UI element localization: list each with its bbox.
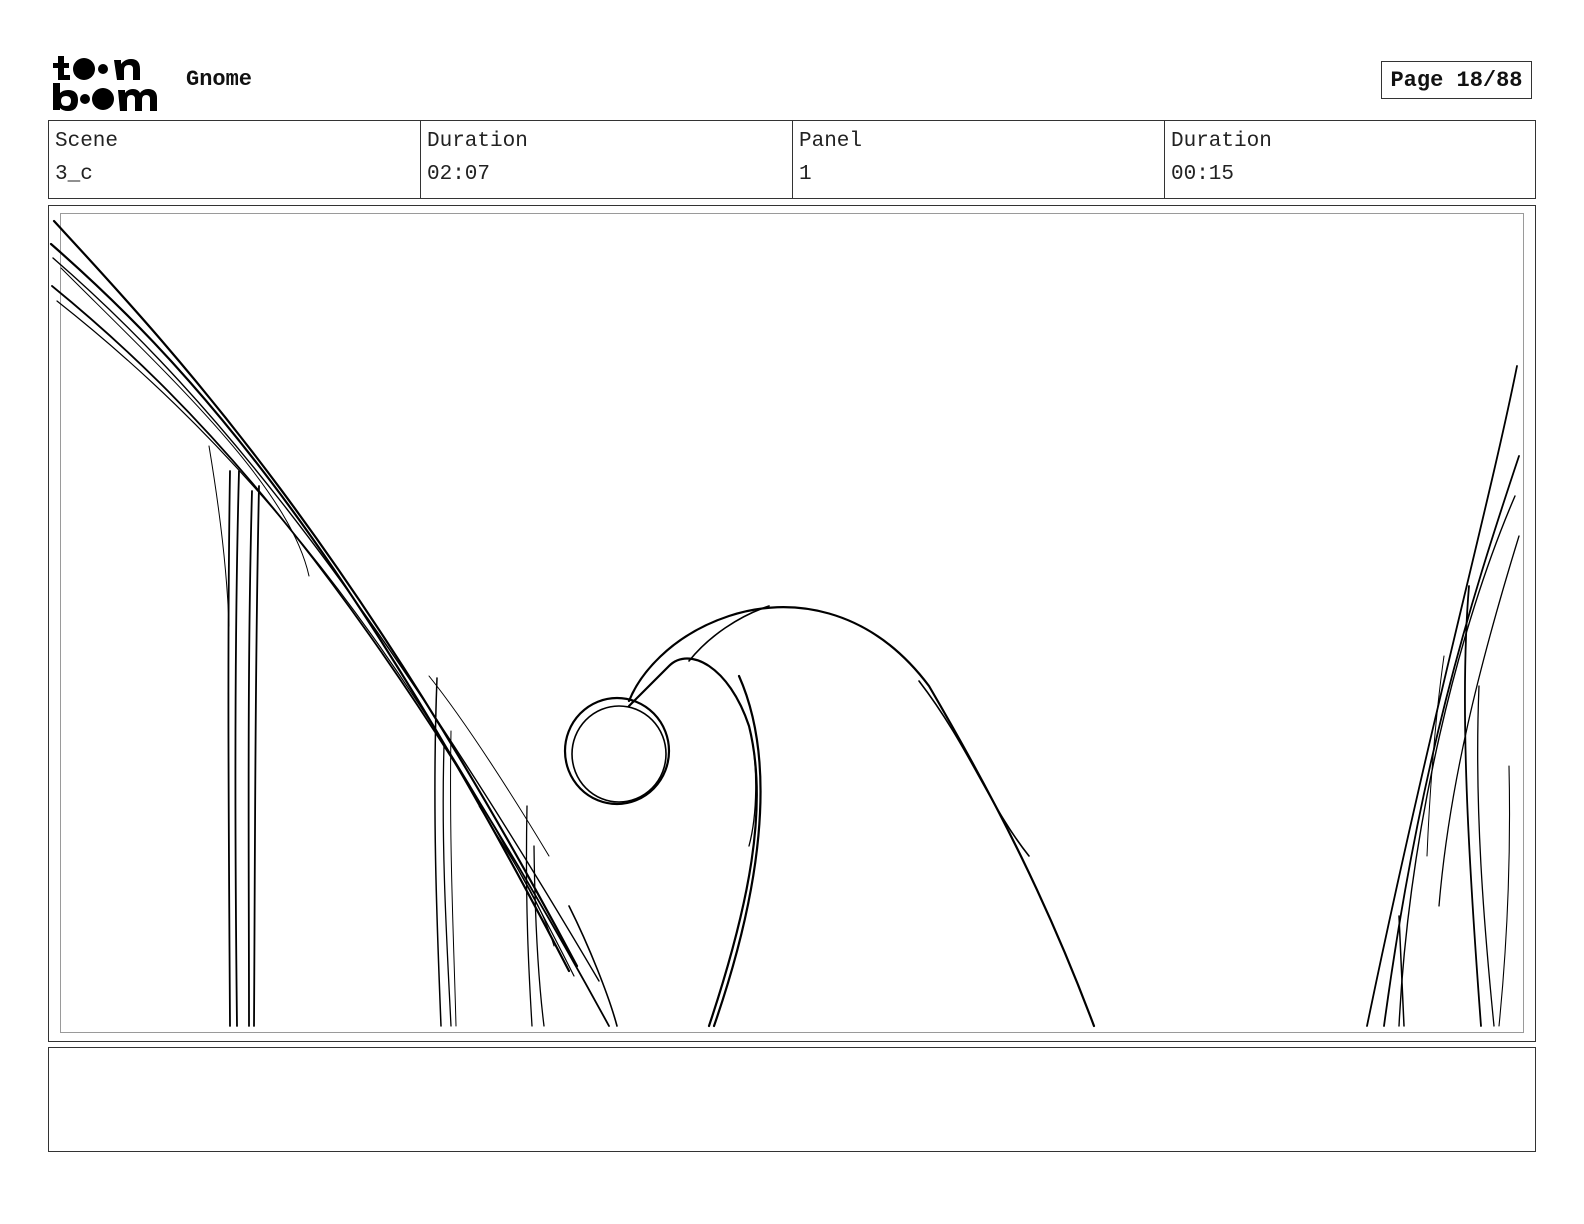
toon-boom-logo: [52, 52, 164, 112]
scene-cell: Scene 3_c: [49, 121, 421, 198]
panel-duration-value: 00:15: [1171, 163, 1235, 186]
scene-value: 3_c: [55, 163, 93, 186]
scene-duration-value: 02:07: [427, 163, 491, 186]
panel-cell: Panel 1: [793, 121, 1165, 198]
panel-sketch: [49, 219, 1520, 1028]
scene-duration-label: Duration: [427, 130, 528, 153]
sketch-curl-plant: [563, 605, 1096, 1028]
scene-label: Scene: [55, 130, 119, 153]
sketch-diagonal-branch: [49, 219, 610, 1027]
sketch-right-stalks: [1366, 365, 1520, 1027]
panel-label: Panel: [799, 130, 863, 153]
panel-notes-box: [48, 1047, 1536, 1152]
page-number-badge: Page 18/88: [1381, 61, 1532, 99]
panel-duration-label: Duration: [1171, 130, 1272, 153]
panel-info-table: Scene 3_c Duration 02:07 Panel 1 Duratio…: [48, 120, 1536, 199]
toon-boom-logo-mark: [53, 56, 157, 111]
storyboard-panel: [48, 205, 1536, 1042]
panel-duration-cell: Duration 00:15: [1165, 121, 1535, 198]
panel-value: 1: [799, 163, 812, 186]
scene-duration-cell: Duration 02:07: [421, 121, 793, 198]
project-title: Gnome: [186, 67, 253, 92]
